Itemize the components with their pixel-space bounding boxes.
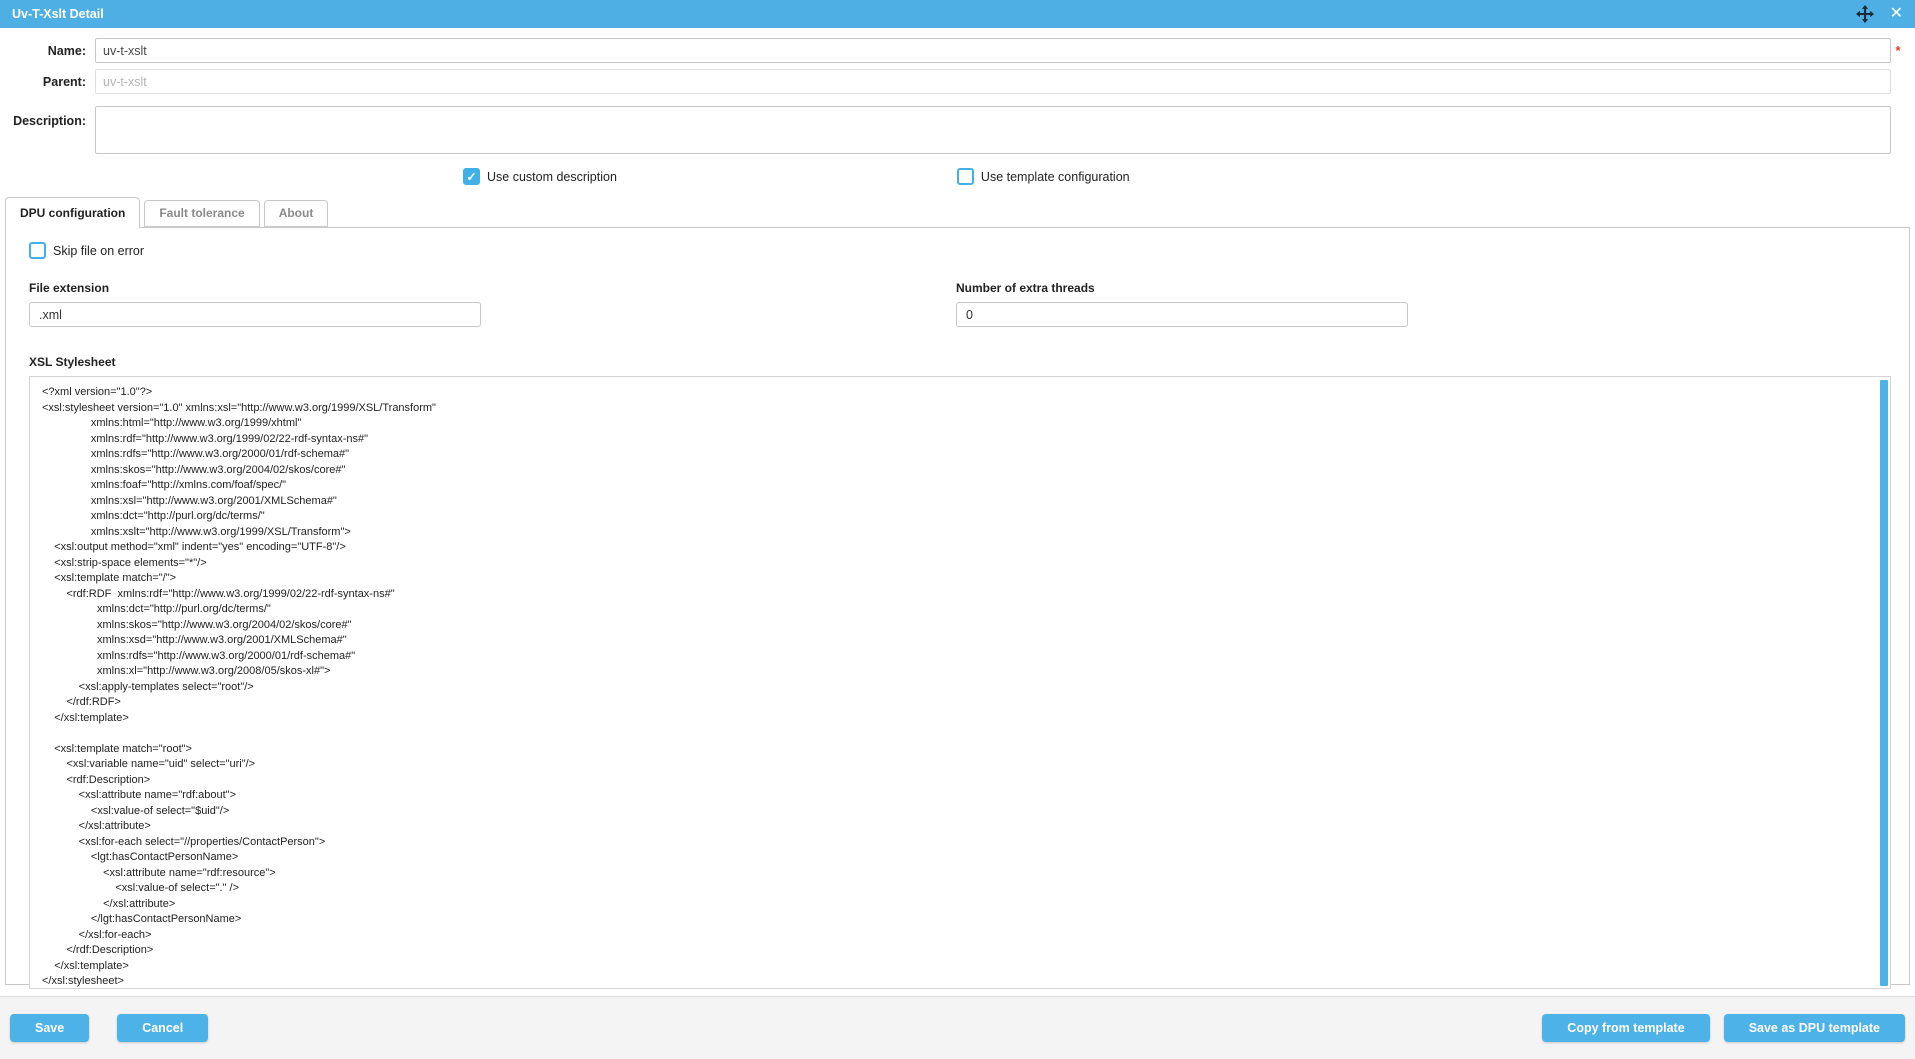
file-extension-input[interactable] (29, 302, 481, 327)
xsl-stylesheet-label: XSL Stylesheet (29, 355, 1889, 369)
use-template-configuration-checkbox[interactable] (957, 168, 974, 185)
description-label: Description: (10, 106, 95, 128)
tab-dpu-configuration[interactable]: DPU configuration (5, 197, 140, 228)
close-icon[interactable]: ✕ (1890, 6, 1903, 22)
parent-row: Parent: (10, 69, 1905, 94)
config-checkbox-row: ✓ Use custom description Use template co… (10, 168, 1905, 185)
file-extension-field: File extension (29, 281, 481, 327)
save-as-dpu-template-button[interactable]: Save as DPU template (1724, 1014, 1905, 1042)
titlebar-icons: ✕ (1856, 5, 1903, 23)
editor-scrollbar[interactable] (1880, 380, 1888, 986)
parent-label: Parent: (10, 75, 95, 89)
skip-file-on-error-checkbox[interactable] (29, 242, 46, 259)
tabbar: DPU configuration Fault tolerance About (0, 197, 1915, 227)
xsl-stylesheet-editor: <?xml version="1.0"?> <xsl:stylesheet ve… (29, 376, 1891, 989)
description-input[interactable] (95, 106, 1891, 154)
tab-fault-tolerance[interactable]: Fault tolerance (144, 200, 259, 227)
description-row: Description: (10, 106, 1905, 154)
use-custom-description-option[interactable]: ✓ Use custom description (463, 168, 617, 185)
tab-about[interactable]: About (264, 200, 329, 227)
dialog-title: Uv-T-Xslt Detail (12, 7, 104, 21)
copy-from-template-button[interactable]: Copy from template (1542, 1014, 1709, 1042)
checkmark-icon: ✓ (466, 171, 476, 183)
use-custom-description-checkbox[interactable]: ✓ (463, 168, 480, 185)
save-button[interactable]: Save (10, 1014, 89, 1042)
file-extension-label: File extension (29, 281, 481, 295)
skip-file-on-error-option[interactable]: Skip file on error (29, 242, 1889, 259)
dialog-footer: Save Cancel Copy from template Save as D… (0, 996, 1915, 1059)
move-icon[interactable] (1856, 5, 1874, 23)
name-label: Name: (10, 44, 95, 58)
template-buttons: Copy from template Save as DPU template (1542, 1014, 1905, 1042)
use-template-configuration-label: Use template configuration (981, 170, 1130, 184)
xsl-stylesheet-input[interactable]: <?xml version="1.0"?> <xsl:stylesheet ve… (30, 377, 1890, 988)
parent-input (95, 69, 1891, 94)
extra-threads-field: Number of extra threads (956, 281, 1408, 327)
use-template-configuration-option[interactable]: Use template configuration (957, 168, 1130, 185)
skip-file-on-error-label: Skip file on error (53, 244, 144, 258)
required-asterisk: * (1895, 43, 1900, 58)
extra-threads-label: Number of extra threads (956, 281, 1408, 295)
name-input[interactable] (95, 38, 1891, 63)
cancel-button[interactable]: Cancel (117, 1014, 208, 1042)
dpu-detail-form: Name: * Parent: Description: ✓ Use custo… (0, 28, 1915, 185)
dpu-configuration-panel: Skip file on error File extension Number… (5, 227, 1910, 985)
fields-row: File extension Number of extra threads (29, 281, 1889, 327)
extra-threads-input[interactable] (956, 302, 1408, 327)
name-row: Name: * (10, 38, 1905, 63)
dialog-titlebar: Uv-T-Xslt Detail ✕ (0, 0, 1915, 28)
use-custom-description-label: Use custom description (487, 170, 617, 184)
